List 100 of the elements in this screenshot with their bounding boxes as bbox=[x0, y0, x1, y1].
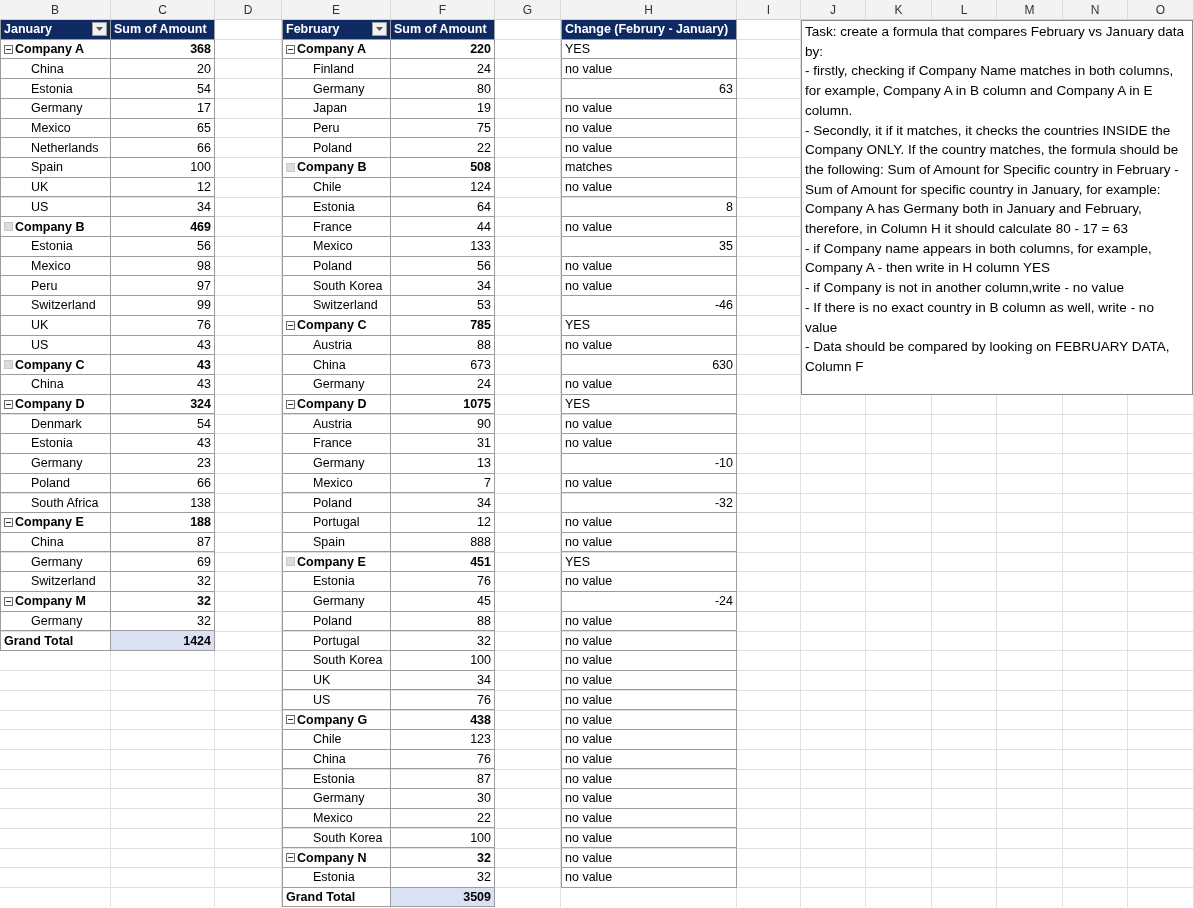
table-cell: no value bbox=[561, 572, 737, 592]
column-letter[interactable]: H bbox=[561, 0, 737, 19]
note-paragraph: - Secondly, it if it matches, it checks the countries INSIDE the Company ONLY. If the country matches, the formula should be the following: Sum of Amount for Specific country in February - Sum of Amount for specific country in January, for example: bbox=[805, 121, 1180, 199]
table-cell: Portugal bbox=[282, 631, 391, 651]
table-cell: no value bbox=[561, 848, 737, 868]
table-cell: Spain bbox=[282, 532, 391, 553]
table-cell: 100 bbox=[391, 651, 495, 671]
column-letter[interactable]: M bbox=[997, 0, 1063, 19]
column-letter[interactable]: O bbox=[1128, 0, 1194, 19]
table-cell: Germany bbox=[282, 79, 391, 99]
table-cell: UK bbox=[0, 177, 111, 198]
table-cell: 34 bbox=[111, 197, 215, 218]
table-cell: Poland bbox=[282, 493, 391, 513]
table-cell: 30 bbox=[391, 789, 495, 809]
column-letter[interactable]: C bbox=[111, 0, 215, 19]
column-header: Sum of Amount bbox=[391, 20, 495, 40]
table-cell: 44 bbox=[391, 217, 495, 237]
table-cell: no value bbox=[561, 414, 737, 435]
table-cell: Finland bbox=[282, 59, 391, 80]
table-cell: 34 bbox=[391, 276, 495, 297]
table-cell: 20 bbox=[111, 59, 215, 80]
filter-button[interactable] bbox=[92, 22, 107, 37]
table-cell: 43 bbox=[111, 374, 215, 395]
table-cell: 12 bbox=[111, 177, 215, 198]
table-cell: no value bbox=[561, 789, 737, 809]
table-cell: 34 bbox=[391, 670, 495, 691]
table-cell: South Korea bbox=[282, 651, 391, 671]
table-cell: 123 bbox=[391, 729, 495, 750]
collapse-icon[interactable] bbox=[286, 44, 295, 54]
collapse-icon[interactable] bbox=[4, 399, 13, 409]
table-cell: Netherlands bbox=[0, 138, 111, 159]
table-cell: Peru bbox=[282, 118, 391, 139]
table-cell: 63 bbox=[561, 79, 737, 99]
table-cell: 17 bbox=[111, 98, 215, 119]
table-cell: 138 bbox=[111, 493, 215, 513]
table-cell: no value bbox=[561, 276, 737, 297]
table-cell: 188 bbox=[111, 512, 215, 533]
column-letter[interactable]: E bbox=[282, 0, 391, 19]
collapse-icon[interactable] bbox=[286, 715, 295, 724]
collapse-icon[interactable] bbox=[4, 517, 13, 527]
table-cell: 76 bbox=[111, 315, 215, 336]
table-cell: Austria bbox=[282, 335, 391, 356]
table-cell: no value bbox=[561, 98, 737, 119]
table-cell: 23 bbox=[111, 453, 215, 474]
table-cell: no value bbox=[561, 729, 737, 750]
table-cell: South Africa bbox=[0, 493, 111, 513]
note-paragraph: - Data should be compared by looking on FEBRUARY DATA, Column F bbox=[805, 338, 1171, 376]
table-cell: no value bbox=[561, 651, 737, 671]
table-cell: YES bbox=[561, 39, 737, 60]
table-cell: YES bbox=[561, 315, 737, 336]
table-cell: Estonia bbox=[0, 79, 111, 99]
table-cell: no value bbox=[561, 217, 737, 237]
table-cell: France bbox=[282, 217, 391, 237]
column-letter[interactable]: G bbox=[495, 0, 561, 19]
table-cell: 97 bbox=[111, 276, 215, 297]
table-cell: 438 bbox=[391, 710, 495, 730]
column-letter[interactable]: D bbox=[215, 0, 282, 19]
table-cell: Poland bbox=[0, 473, 111, 494]
table-cell: 54 bbox=[111, 414, 215, 435]
column-letter[interactable]: L bbox=[932, 0, 997, 19]
table-cell: 19 bbox=[391, 98, 495, 119]
table-cell: 56 bbox=[391, 256, 495, 277]
table-cell: 124 bbox=[391, 177, 495, 198]
note-paragraph: - If there is no exact country in B column as well, write - no value bbox=[805, 298, 1155, 337]
table-cell: Poland bbox=[282, 256, 391, 277]
group-label: Company E bbox=[15, 515, 84, 530]
column-letter[interactable]: J bbox=[801, 0, 866, 19]
group-label: Company A bbox=[297, 42, 366, 57]
table-cell: 22 bbox=[391, 808, 495, 829]
collapse-icon[interactable] bbox=[286, 320, 295, 330]
table-cell: UK bbox=[282, 670, 391, 691]
column-letter[interactable]: F bbox=[391, 0, 495, 19]
table-cell: matches bbox=[561, 158, 737, 178]
table-cell: Austria bbox=[282, 414, 391, 435]
table-cell: 75 bbox=[391, 118, 495, 139]
table-cell: 76 bbox=[391, 572, 495, 592]
table-cell: 8 bbox=[561, 197, 737, 218]
group-label: Company B bbox=[297, 160, 367, 175]
table-cell: Mexico bbox=[282, 473, 391, 494]
note-paragraph: - if Company name appears in both columns, for example, Company A - then write in H column YES bbox=[805, 239, 1153, 278]
table-cell: 76 bbox=[391, 690, 495, 711]
table-cell: 469 bbox=[111, 217, 215, 237]
collapse-icon[interactable] bbox=[286, 399, 295, 409]
table-cell: 673 bbox=[391, 355, 495, 375]
column-letter[interactable]: I bbox=[737, 0, 801, 19]
column-letter[interactable]: K bbox=[866, 0, 932, 19]
table-cell: 24 bbox=[391, 59, 495, 80]
table-cell: YES bbox=[561, 552, 737, 573]
column-letter[interactable]: B bbox=[0, 0, 111, 19]
table-cell: 69 bbox=[111, 552, 215, 573]
collapse-icon[interactable] bbox=[4, 596, 13, 606]
column-letter[interactable]: N bbox=[1063, 0, 1128, 19]
table-cell: 32 bbox=[391, 631, 495, 651]
collapse-icon[interactable] bbox=[286, 853, 295, 863]
filter-button[interactable] bbox=[372, 22, 387, 37]
collapse-icon[interactable] bbox=[4, 44, 13, 54]
table-cell: China bbox=[0, 59, 111, 80]
table-cell: Switzerland bbox=[282, 296, 391, 316]
table-cell: Switzerland bbox=[0, 572, 111, 592]
table-cell: 43 bbox=[111, 434, 215, 454]
